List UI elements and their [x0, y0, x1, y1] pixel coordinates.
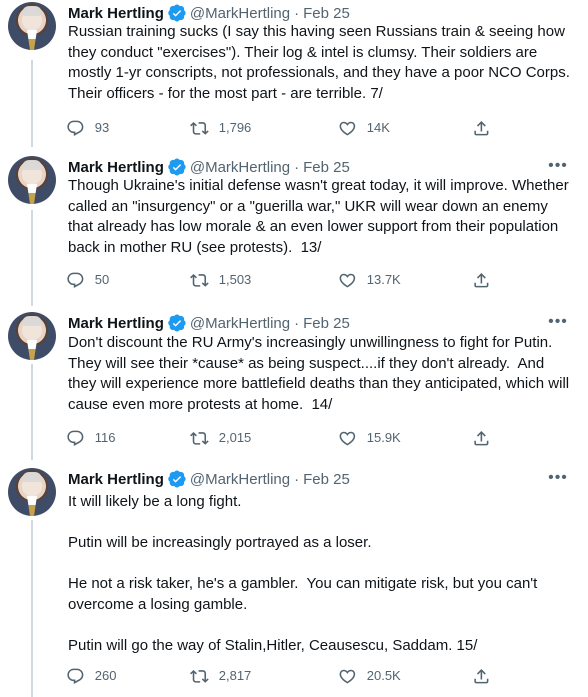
author-name[interactable]: Mark Hertling	[68, 5, 164, 22]
retweet-count: 1,796	[218, 120, 252, 135]
like-icon	[339, 121, 356, 136]
author-handle[interactable]: @MarkHertling	[190, 5, 290, 22]
like-icon	[339, 669, 356, 684]
separator-dot: ·	[294, 158, 300, 176]
verified-badge-icon	[168, 470, 186, 488]
like-count: 15.9K	[366, 430, 401, 445]
author-name[interactable]: Mark Hertling	[68, 159, 164, 176]
retweet-icon	[190, 121, 209, 135]
like-icon	[339, 431, 356, 446]
more-options-icon[interactable]: •••	[546, 470, 570, 490]
like-button[interactable]: 13.7K	[338, 270, 401, 290]
verified-badge-icon	[168, 314, 186, 332]
tweet-date[interactable]: Feb 25	[303, 315, 350, 332]
tweet[interactable]: Mark Hertling @MarkHertling · Feb 25 •••…	[0, 156, 588, 306]
tweet-text: Though Ukraine's initial defense wasn't …	[68, 177, 573, 256]
tweet-header: Mark Hertling @MarkHertling · Feb 25	[68, 468, 350, 490]
reply-icon	[67, 120, 84, 136]
tweet-actions: 93 1,796 14K	[66, 118, 496, 138]
separator-dot: ·	[294, 470, 300, 488]
reply-icon	[67, 668, 84, 684]
verified-badge-icon	[168, 4, 186, 22]
tweet-actions: 116 2,015 15.9K	[66, 428, 496, 448]
reply-button[interactable]: 93	[66, 118, 109, 138]
like-count: 14K	[366, 120, 390, 135]
share-button[interactable]	[472, 118, 491, 138]
like-count: 13.7K	[366, 272, 401, 287]
tweet-header: Mark Hertling @MarkHertling · Feb 25	[68, 312, 350, 334]
more-options-icon[interactable]: •••	[546, 158, 570, 178]
tweet-text: Don't discount the RU Army's increasingl…	[68, 334, 574, 413]
tweet[interactable]: Mark Hertling @MarkHertling · Feb 25 •••…	[0, 312, 588, 462]
reply-count: 116	[94, 430, 116, 445]
author-avatar[interactable]	[8, 468, 56, 516]
tweet[interactable]: Mark Hertling @MarkHertling · Feb 25 Rus…	[0, 2, 588, 152]
reply-icon	[67, 272, 84, 288]
retweet-count: 2,015	[218, 430, 252, 445]
tweet-date[interactable]: Feb 25	[303, 5, 350, 22]
share-button[interactable]	[472, 666, 491, 686]
author-handle[interactable]: @MarkHertling	[190, 315, 290, 332]
tweet-header: Mark Hertling @MarkHertling · Feb 25	[68, 2, 350, 24]
reply-count: 260	[94, 668, 117, 683]
share-icon	[474, 120, 489, 136]
retweet-button[interactable]: 1,503	[190, 270, 251, 290]
like-button[interactable]: 20.5K	[338, 666, 401, 686]
author-avatar[interactable]	[8, 312, 56, 360]
reply-button[interactable]: 260	[66, 666, 116, 686]
author-handle[interactable]: @MarkHertling	[190, 471, 290, 488]
author-name[interactable]: Mark Hertling	[68, 315, 164, 332]
retweet-button[interactable]: 2,817	[190, 666, 251, 686]
share-icon	[474, 272, 489, 288]
reply-count: 93	[94, 120, 110, 135]
tweet-actions: 260 2,817 20.5K	[66, 666, 496, 686]
share-button[interactable]	[472, 270, 491, 290]
author-name[interactable]: Mark Hertling	[68, 471, 164, 488]
reply-button[interactable]: 116	[66, 428, 115, 448]
tweet-header: Mark Hertling @MarkHertling · Feb 25	[68, 156, 350, 178]
reply-count: 50	[94, 272, 110, 287]
tweet-date[interactable]: Feb 25	[303, 159, 350, 176]
author-handle[interactable]: @MarkHertling	[190, 159, 290, 176]
like-button[interactable]: 14K	[338, 118, 390, 138]
retweet-count: 2,817	[218, 668, 252, 683]
reply-icon	[67, 430, 84, 446]
tweet-date[interactable]: Feb 25	[303, 471, 350, 488]
share-icon	[474, 430, 489, 446]
like-icon	[339, 273, 356, 288]
tweet[interactable]: Mark Hertling @MarkHertling · Feb 25 •••…	[0, 468, 588, 697]
like-button[interactable]: 15.9K	[338, 428, 401, 448]
verified-badge-icon	[168, 158, 186, 176]
retweet-icon	[190, 273, 209, 287]
like-count: 20.5K	[366, 668, 401, 683]
more-options-icon[interactable]: •••	[546, 314, 570, 334]
share-icon	[474, 668, 489, 684]
share-button[interactable]	[472, 428, 491, 448]
author-avatar[interactable]	[8, 156, 56, 204]
tweet-actions: 50 1,503 13.7K	[66, 270, 496, 290]
reply-button[interactable]: 50	[66, 270, 109, 290]
retweet-button[interactable]: 2,015	[190, 428, 251, 448]
author-avatar[interactable]	[8, 2, 56, 50]
separator-dot: ·	[294, 314, 300, 332]
retweet-count: 1,503	[218, 272, 252, 287]
retweet-icon	[190, 431, 209, 445]
retweet-icon	[190, 669, 209, 683]
separator-dot: ·	[294, 4, 300, 22]
tweet-text: Russian training sucks (I say this havin…	[68, 23, 574, 102]
tweet-text: It will likely be a long fight. Putin wi…	[68, 493, 538, 655]
retweet-button[interactable]: 1,796	[190, 118, 251, 138]
